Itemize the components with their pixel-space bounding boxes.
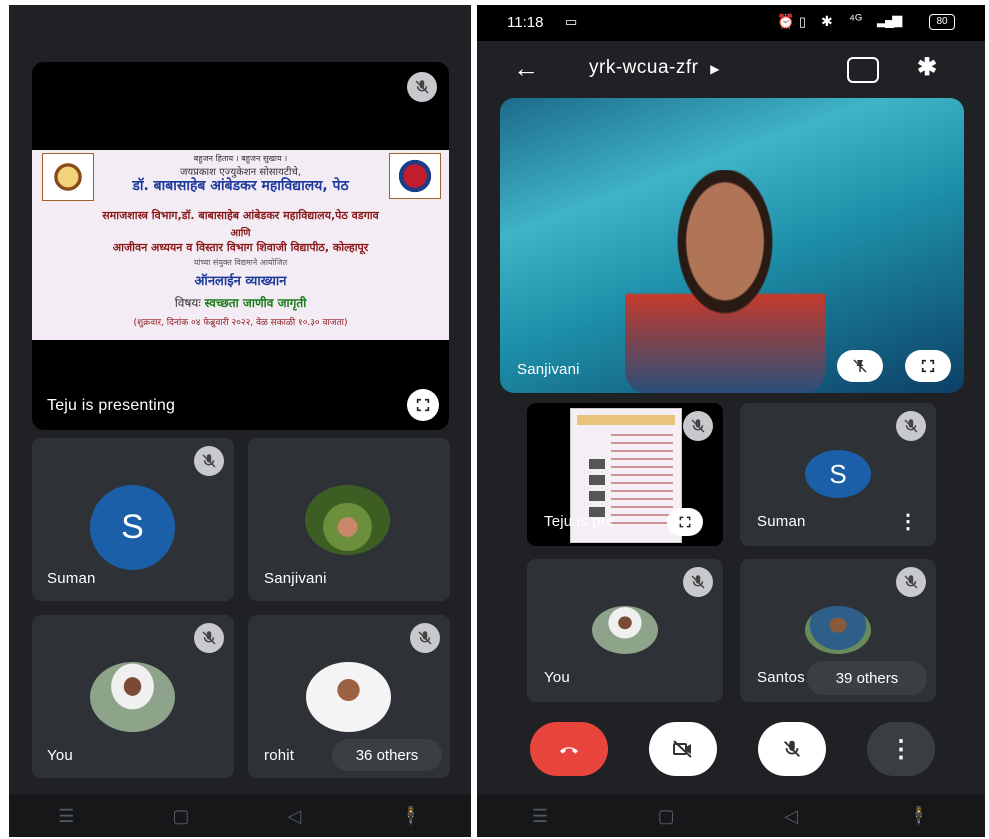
participant-name: You xyxy=(47,747,73,764)
bluetooth-audio-icon[interactable]: ✱ xyxy=(917,53,937,82)
banner-line-7: यांच्या संयुक्त विद्यमाने आयोजित xyxy=(193,258,288,267)
banner-line-1: बहुजन हिताय । बहुजन सुखाय । xyxy=(193,154,288,163)
fullscreen-button[interactable] xyxy=(667,508,703,536)
avatar xyxy=(592,606,658,654)
more-options-icon[interactable]: ⋮ xyxy=(898,509,918,534)
accessibility-icon[interactable]: 🕴 xyxy=(908,806,930,827)
others-count-pill[interactable]: 36 others xyxy=(332,739,442,771)
participant-tile[interactable]: Santos 39 others xyxy=(740,559,936,702)
presenting-caption: Teju is presenting xyxy=(47,397,176,414)
banner-line-6: आजीवन अध्ययन व विस्तार विभाग शिवाजी विद्… xyxy=(112,241,369,254)
signal-icon: ▂▄▆ xyxy=(877,12,902,27)
avatar: S xyxy=(90,485,175,570)
participant-tile[interactable]: You xyxy=(527,559,723,702)
menu-icon[interactable]: ☰ xyxy=(58,806,74,827)
alarm-icon: ⏰ xyxy=(777,13,795,29)
presentation-slide: बहुजन हिताय । बहुजन सुखाय । जयप्रकाश एज्… xyxy=(32,150,449,340)
participant-tile[interactable]: You xyxy=(32,615,234,778)
meeting-code-text: yrk-wcua-zfr xyxy=(589,57,699,78)
participant-name: Suman xyxy=(47,570,96,587)
fullscreen-button[interactable] xyxy=(905,350,951,382)
back-icon[interactable]: ◁ xyxy=(784,806,798,827)
banner-line-3: डॉ. बाबासाहेब आंबेडकर महाविद्यालय, पेठ xyxy=(132,178,349,194)
banner-subject: स्वच्छता जाणीव जागृती xyxy=(204,296,307,310)
right-screenshot: 11:18 ▭ ⏰ ▯ ✱ ⁴ᴳ ▂▄▆ 80 ← yrk-wcua-zfr ▶… xyxy=(477,5,985,837)
mic-off-button[interactable] xyxy=(758,722,826,776)
left-screenshot: बहुजन हिताय । बहुजन सुखाय । जयप्रकाश एज्… xyxy=(9,5,471,837)
status-bar: 11:18 ▭ ⏰ ▯ ✱ ⁴ᴳ ▂▄▆ 80 xyxy=(477,5,985,41)
muted-mic-icon xyxy=(407,72,437,102)
bluetooth-status-icon: ✱ xyxy=(821,13,833,29)
network-type: ⁴ᴳ xyxy=(849,11,862,27)
participant-name: Suman xyxy=(757,513,806,530)
back-icon[interactable]: ◁ xyxy=(288,806,302,827)
banner-date: (शुक्रवार, दिनांक ०४ फेब्रुवारी २०२२, वे… xyxy=(133,318,348,328)
banner-line-8: ऑनलाईन व्याख्यान xyxy=(194,274,287,289)
android-nav-bar: ☰ ▢ ◁ 🕴 xyxy=(9,795,471,837)
participant-tile[interactable]: S Suman ⋮ xyxy=(740,403,936,546)
participant-name: Santos xyxy=(757,669,805,686)
banner-subject-label: विषयः xyxy=(174,296,201,310)
switch-camera-icon[interactable] xyxy=(847,57,879,83)
participant-tile[interactable]: S Suman xyxy=(32,438,234,601)
others-count-pill[interactable]: 39 others xyxy=(807,661,927,695)
muted-mic-icon xyxy=(896,411,926,441)
muted-mic-icon xyxy=(410,623,440,653)
participant-name: Sanjivani xyxy=(264,570,327,587)
menu-icon[interactable]: ☰ xyxy=(532,806,548,827)
accessibility-icon[interactable]: 🕴 xyxy=(399,806,421,827)
active-speaker-tile[interactable]: Sanjivani xyxy=(500,98,964,393)
speaker-name: Sanjivani xyxy=(517,361,580,378)
participant-name: You xyxy=(544,669,570,686)
android-nav-bar: ☰ ▢ ◁ 🕴 xyxy=(477,795,985,837)
muted-mic-icon xyxy=(896,567,926,597)
home-icon[interactable]: ▢ xyxy=(172,806,189,827)
avatar xyxy=(90,662,175,732)
vibrate-icon: ▯ xyxy=(799,14,807,29)
avatar xyxy=(306,662,391,732)
fullscreen-button[interactable] xyxy=(407,389,439,421)
participant-tile[interactable]: Teju is pre... xyxy=(527,403,723,546)
presentation-tile[interactable]: बहुजन हिताय । बहुजन सुखाय । जयप्रकाश एज्… xyxy=(32,62,449,430)
end-call-button[interactable] xyxy=(530,722,608,776)
more-options-button[interactable]: ⋮ xyxy=(867,722,935,776)
camera-off-button[interactable] xyxy=(649,722,717,776)
participant-tile[interactable]: Sanjivani xyxy=(248,438,450,601)
battery-icon: 80 xyxy=(929,14,955,30)
participant-name: Teju is pre... xyxy=(544,513,628,530)
muted-mic-icon xyxy=(194,446,224,476)
meeting-code[interactable]: yrk-wcua-zfr ▶ xyxy=(589,57,720,79)
banner-line-5: आणि xyxy=(230,228,251,239)
home-icon[interactable]: ▢ xyxy=(658,806,675,827)
banner-line-4: समाजशास्त्र विभाग,डॉ. बाबासाहेब आंबेडकर … xyxy=(102,209,379,222)
muted-mic-icon xyxy=(194,623,224,653)
avatar xyxy=(805,606,871,654)
banner-subject-row: विषयः स्वच्छता जाणीव जागृती xyxy=(32,294,449,311)
muted-mic-icon xyxy=(683,567,713,597)
screen-record-icon: ▭ xyxy=(565,14,578,29)
avatar: S xyxy=(805,450,871,498)
speaker-video xyxy=(625,170,825,393)
unpin-button[interactable] xyxy=(837,350,883,382)
back-arrow-icon[interactable]: ← xyxy=(513,55,539,81)
participant-name: rohit xyxy=(264,747,295,764)
status-time: 11:18 xyxy=(507,14,544,31)
avatar xyxy=(305,485,390,555)
muted-mic-icon xyxy=(683,411,713,441)
participant-tile[interactable]: rohit 36 others xyxy=(248,615,450,778)
caret-right-icon: ▶ xyxy=(710,62,720,76)
